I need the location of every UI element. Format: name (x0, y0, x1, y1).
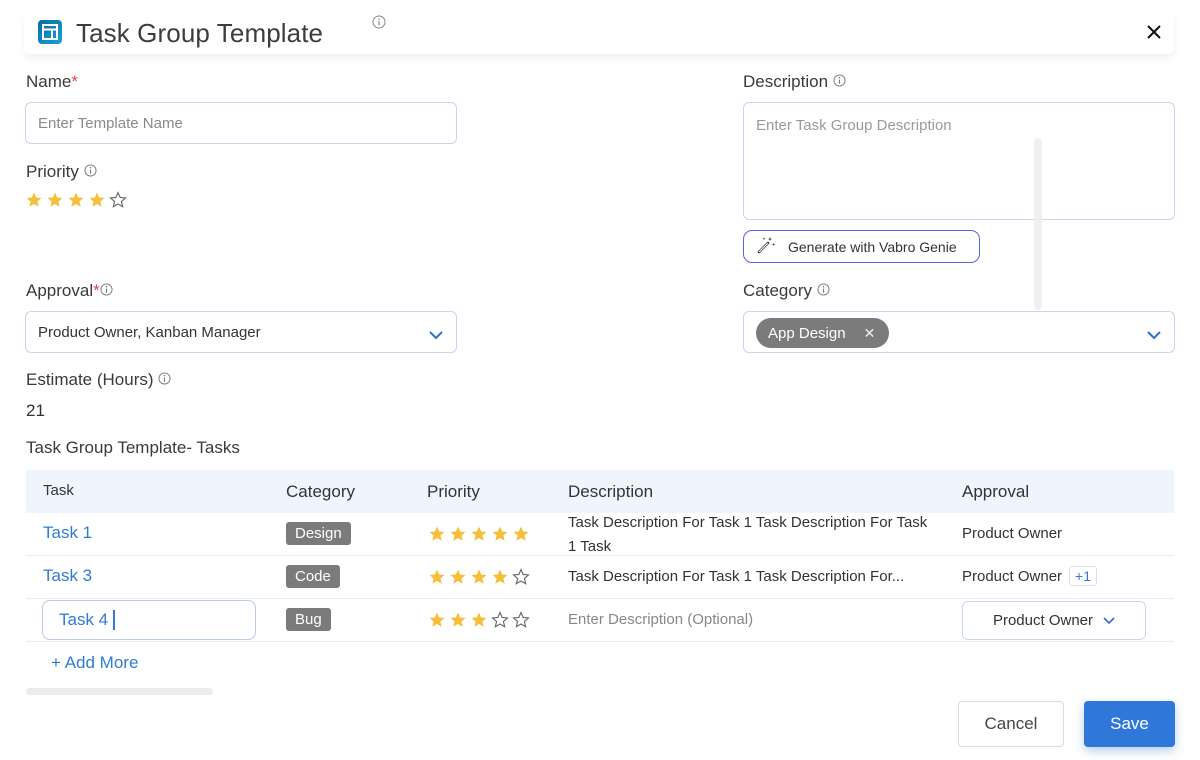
info-icon[interactable] (100, 281, 113, 296)
info-icon[interactable] (84, 162, 97, 177)
column-header-priority: Priority (427, 482, 480, 501)
task-approval-select[interactable]: Product Owner (962, 601, 1146, 640)
category-badge: Design (286, 522, 351, 545)
star-filled-icon[interactable] (428, 525, 446, 543)
star-filled-icon[interactable] (491, 568, 509, 586)
add-more-button[interactable]: + Add More (51, 653, 138, 673)
star-empty-icon[interactable] (109, 191, 127, 209)
column-header-description: Description (568, 482, 654, 501)
task-description: Task Description For Task 1 Task Descrip… (568, 514, 928, 555)
star-empty-icon[interactable] (491, 611, 509, 629)
column-header-category: Category (286, 482, 355, 501)
tasks-section-title: Task Group Template- Tasks (26, 438, 240, 457)
star-filled-icon[interactable] (470, 525, 488, 543)
required-mark: * (71, 72, 78, 91)
magic-wand-icon (756, 235, 788, 258)
star-filled-icon[interactable] (470, 611, 488, 629)
task-link[interactable]: Task 3 (43, 566, 92, 586)
info-icon[interactable] (833, 72, 846, 87)
close-icon[interactable] (1144, 22, 1164, 42)
star-filled-icon[interactable] (88, 191, 106, 209)
dialog-header: Task Group Template (24, 10, 1174, 54)
star-filled-icon[interactable] (428, 568, 446, 586)
template-name-input[interactable]: Enter Template Name (25, 102, 457, 144)
required-mark: * (93, 281, 100, 300)
priority-rating[interactable] (25, 191, 127, 209)
approval-label-text: Approval (26, 281, 94, 300)
star-filled-icon[interactable] (449, 568, 467, 586)
task-name-value: Task 4 (59, 610, 109, 629)
scrollbar[interactable] (1034, 138, 1042, 310)
name-label-text: Name (26, 72, 72, 91)
star-filled-icon[interactable] (25, 191, 43, 209)
star-filled-icon[interactable] (512, 525, 530, 543)
priority-rating[interactable] (428, 568, 530, 586)
category-label-text: Category (743, 281, 812, 300)
info-icon[interactable] (372, 15, 386, 34)
star-filled-icon[interactable] (428, 611, 446, 629)
template-name-placeholder: Enter Template Name (38, 114, 183, 132)
category-label: Category (743, 281, 830, 301)
template-layout-icon (38, 20, 62, 44)
tasks-table: Task Category Priority Description Appro… (26, 470, 1174, 642)
star-filled-icon[interactable] (470, 568, 488, 586)
task-description: Task Description For Task 1 Task Descrip… (568, 568, 905, 585)
info-icon[interactable] (158, 370, 171, 385)
approval-value: Product Owner (962, 567, 1063, 585)
table-header: Task Category Priority Description Appro… (26, 470, 1174, 513)
priority-label: Priority (26, 162, 97, 182)
approval-value: Product Owner (962, 525, 1063, 542)
star-filled-icon[interactable] (449, 611, 467, 629)
task-description-input[interactable]: Enter Description (Optional) (568, 608, 753, 632)
approval-label: Approval* (26, 281, 113, 301)
description-textarea[interactable]: Enter Task Group Description (743, 102, 1175, 220)
description-placeholder: Enter Task Group Description (756, 117, 952, 134)
star-empty-icon[interactable] (512, 568, 530, 586)
task-name-input[interactable]: Task 4 (42, 600, 256, 640)
name-label: Name* (26, 72, 78, 92)
category-chip: App Design ✕ (756, 318, 890, 348)
chevron-down-icon (1103, 612, 1115, 629)
priority-label-text: Priority (26, 162, 79, 181)
description-label-text: Description (743, 72, 829, 91)
star-filled-icon[interactable] (491, 525, 509, 543)
info-icon[interactable] (817, 281, 830, 296)
genie-button-label: Generate with Vabro Genie (788, 238, 957, 255)
category-select[interactable]: App Design ✕ (743, 311, 1175, 353)
task-approval: Product Owner (962, 525, 1062, 542)
estimate-value: 21 (26, 401, 45, 420)
chevron-down-icon (1146, 327, 1162, 340)
task-approval: Product Owner +1 (962, 566, 1098, 586)
column-header-approval: Approval (962, 482, 1030, 501)
generate-with-genie-button[interactable]: Generate with Vabro Genie (743, 230, 980, 263)
star-filled-icon[interactable] (46, 191, 64, 209)
approval-select[interactable]: Product Owner, Kanban Manager (25, 311, 457, 353)
task-link[interactable]: Task 1 (43, 523, 92, 543)
estimate-label-text: Estimate (Hours) (26, 370, 154, 389)
chevron-down-icon (428, 327, 444, 340)
description-label: Description (743, 72, 846, 92)
table-row: Task 1 Design Task Description For Task … (26, 513, 1174, 556)
approval-select-value: Product Owner (992, 612, 1094, 629)
star-filled-icon[interactable] (67, 191, 85, 209)
remove-chip-icon[interactable]: ✕ (864, 325, 876, 342)
column-header-task: Task (43, 482, 74, 499)
priority-rating[interactable] (428, 525, 530, 543)
category-chip-label: App Design (768, 324, 846, 342)
category-badge[interactable]: Bug (286, 608, 331, 631)
priority-rating[interactable] (428, 611, 530, 629)
table-row-editing: Task 4 Bug Enter Description (Optional) … (26, 599, 1174, 642)
star-filled-icon[interactable] (449, 525, 467, 543)
estimate-label: Estimate (Hours) (26, 370, 171, 390)
horizontal-scrollbar[interactable] (26, 688, 213, 695)
approval-select-value: Product Owner, Kanban Manager (38, 323, 261, 341)
dialog-title: Task Group Template (76, 18, 324, 48)
table-row: Task 3 Code Task Description For Task 1 … (26, 556, 1174, 599)
star-empty-icon[interactable] (512, 611, 530, 629)
category-badge: Code (286, 565, 340, 588)
save-button[interactable]: Save (1084, 701, 1175, 747)
text-cursor (113, 610, 115, 630)
cancel-button[interactable]: Cancel (958, 701, 1064, 747)
more-approvers-badge[interactable]: +1 (1069, 566, 1098, 586)
